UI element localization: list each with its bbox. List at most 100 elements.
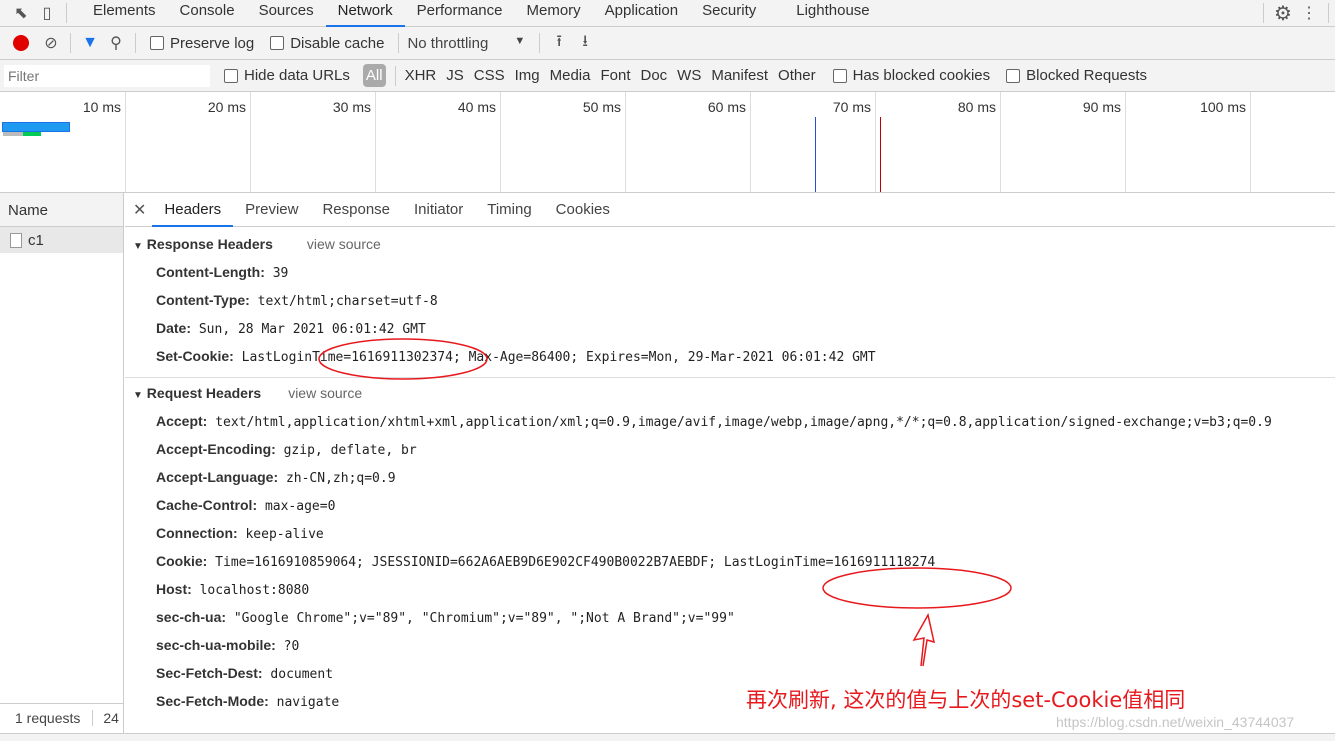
throttling-value: No throttling xyxy=(407,34,489,52)
header-name: Content-Length: xyxy=(156,264,265,280)
request-headers-section[interactable]: ▼ Request Headers view source xyxy=(125,378,1335,408)
tab-cookies[interactable]: Cookies xyxy=(544,193,622,227)
search-icon[interactable]: ⚲ xyxy=(103,30,129,56)
triangle-down-icon: ▼ xyxy=(133,390,143,401)
tab-elements[interactable]: Elements xyxy=(81,0,168,27)
timeline-tick-label: 30 ms xyxy=(251,92,376,192)
filter-type-css[interactable]: CSS xyxy=(474,67,505,84)
triangle-down-icon: ▼ xyxy=(133,241,143,252)
timeline-tick-label: 60 ms xyxy=(626,92,751,192)
tab-response[interactable]: Response xyxy=(310,193,402,227)
tab-timing[interactable]: Timing xyxy=(475,193,543,227)
request-details-panel: ✕ Headers Preview Response Initiator Timing C… xyxy=(125,193,1335,741)
annotation-text: 再次刷新, 这次的值与上次的set-Cookie值相同 xyxy=(746,688,1186,712)
header-value: zh-CN,zh;q=0.9 xyxy=(285,471,396,486)
header-name: Host: xyxy=(156,581,192,597)
filter-input[interactable] xyxy=(4,64,210,87)
blocked-requests-checkbox[interactable]: Blocked Requests xyxy=(1006,67,1147,84)
header-row: Accept: text/html,application/xhtml+xml,… xyxy=(125,408,1335,436)
hide-data-urls-checkbox[interactable]: Hide data URLs xyxy=(224,67,350,84)
header-name: Sec-Fetch-Dest: xyxy=(156,665,263,681)
view-source-link[interactable]: view source xyxy=(288,385,362,401)
filter-type-media[interactable]: Media xyxy=(550,67,591,84)
has-blocked-cookies-checkbox[interactable]: Has blocked cookies xyxy=(832,67,990,84)
view-source-link[interactable]: view source xyxy=(307,236,381,252)
export-har-icon[interactable]: ⭳ xyxy=(572,30,598,56)
record-button[interactable] xyxy=(8,30,34,56)
header-row: Connection: keep-alive xyxy=(125,520,1335,548)
filter-type-all[interactable]: All xyxy=(362,64,386,87)
throttling-select[interactable]: No throttling ▼ xyxy=(407,35,525,52)
header-value: 39 xyxy=(272,266,289,281)
filter-type-js[interactable]: JS xyxy=(446,67,464,84)
filter-type-manifest[interactable]: Manifest xyxy=(711,67,768,84)
timeline-tick-label: 10 ms xyxy=(1,92,126,192)
network-overview-timeline[interactable]: 10 ms 20 ms 30 ms 40 ms 50 ms 60 ms 70 ms 80 ms… xyxy=(0,92,1335,193)
more-options-icon[interactable]: ⋮ xyxy=(1296,0,1322,26)
clear-icon[interactable]: ⊘ xyxy=(38,30,64,56)
header-value: keep-alive xyxy=(245,527,324,542)
tab-network[interactable]: Network xyxy=(325,0,405,27)
section-title: Response Headers xyxy=(146,236,273,252)
timeline-tick-label: 100 ms xyxy=(1126,92,1251,192)
tab-performance[interactable]: Performance xyxy=(405,0,515,27)
header-name: Accept: xyxy=(156,413,208,429)
preserve-log-checkbox[interactable]: Preserve log xyxy=(150,35,254,52)
divider xyxy=(70,33,71,53)
device-toolbar-icon[interactable]: ▯ xyxy=(34,0,60,26)
tab-headers[interactable]: Headers xyxy=(152,193,234,227)
tab-memory[interactable]: Memory xyxy=(515,0,593,27)
header-row: Date: Sun, 28 Mar 2021 06:01:42 GMT xyxy=(125,315,1335,343)
divider xyxy=(398,33,400,53)
header-row: Accept-Language: zh-CN,zh;q=0.9 xyxy=(125,464,1335,492)
header-value: document xyxy=(270,667,334,682)
disable-cache-checkbox[interactable]: Disable cache xyxy=(270,35,384,52)
tab-console[interactable]: Console xyxy=(168,0,247,27)
header-value: text/html,application/xhtml+xml,applicat… xyxy=(215,415,1272,430)
tab-lighthouse[interactable]: Lighthouse xyxy=(784,0,881,27)
close-icon[interactable]: ✕ xyxy=(133,200,146,220)
divider xyxy=(66,3,67,23)
header-name: sec-ch-ua: xyxy=(156,609,227,625)
document-icon xyxy=(10,232,22,248)
header-row: Content-Length: 39 xyxy=(125,259,1335,287)
header-name: Sec-Fetch-Mode: xyxy=(156,693,269,709)
transfer-size: 24 xyxy=(92,709,119,726)
filter-type-doc[interactable]: Doc xyxy=(640,67,667,84)
filter-type-other[interactable]: Other xyxy=(778,67,816,84)
divider xyxy=(539,33,541,53)
header-value: Sun, 28 Mar 2021 06:01:42 GMT xyxy=(198,322,426,337)
tab-sources[interactable]: Sources xyxy=(247,0,326,27)
divider xyxy=(135,33,136,53)
divider xyxy=(1263,3,1264,23)
filter-type-img[interactable]: Img xyxy=(515,67,540,84)
header-row: Content-Type: text/html;charset=utf-8 xyxy=(125,287,1335,315)
filter-type-xhr[interactable]: XHR xyxy=(405,67,437,84)
header-value: "Google Chrome";v="89", "Chromium";v="89… xyxy=(233,611,735,626)
import-har-icon[interactable]: ⭱ xyxy=(546,30,572,56)
filter-type-font[interactable]: Font xyxy=(600,67,630,84)
header-row: Host: localhost:8080 xyxy=(125,576,1335,604)
timeline-tick-label: 50 ms xyxy=(501,92,626,192)
tab-application[interactable]: Application xyxy=(593,0,690,27)
tab-security[interactable]: Security xyxy=(690,0,768,27)
response-headers-section[interactable]: ▼ Response Headers view source xyxy=(125,229,1335,259)
divider xyxy=(1328,3,1329,23)
network-toolbar: ⊘ ▼ ⚲ Preserve log Disable cache No thro… xyxy=(0,27,1335,60)
filter-bar: Hide data URLs All XHR JS CSS Img Media Font Do… xyxy=(0,60,1335,92)
filter-icon[interactable]: ▼ xyxy=(77,30,103,56)
request-row[interactable]: c1 xyxy=(0,227,123,253)
header-name: Connection: xyxy=(156,525,238,541)
filter-type-ws[interactable]: WS xyxy=(677,67,701,84)
devtools-tab-bar: ⬉ ▯ Elements Console Sources Network Perform… xyxy=(0,0,1335,27)
header-name: sec-ch-ua-mobile: xyxy=(156,637,276,653)
tab-initiator[interactable]: Initiator xyxy=(402,193,475,227)
gear-icon[interactable]: ⚙ xyxy=(1270,0,1296,26)
header-name: Cache-Control: xyxy=(156,497,258,513)
section-title: Request Headers xyxy=(146,385,262,401)
inspect-element-icon[interactable]: ⬉ xyxy=(8,0,34,26)
name-column-header[interactable]: Name xyxy=(0,193,123,227)
header-row: Cache-Control: max-age=0 xyxy=(125,492,1335,520)
header-name: Cookie: xyxy=(156,553,208,569)
tab-preview[interactable]: Preview xyxy=(233,193,310,227)
